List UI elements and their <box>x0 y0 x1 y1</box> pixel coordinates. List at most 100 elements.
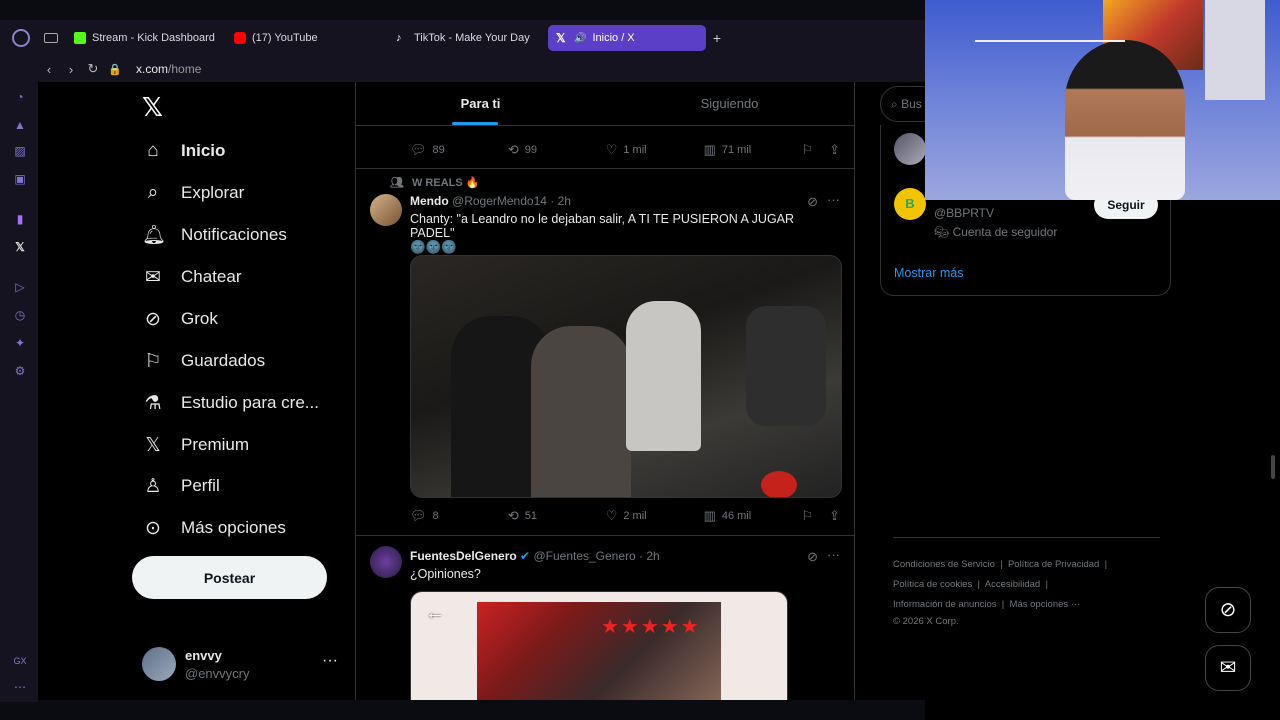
nav-item-perfil[interactable]: ♙ Perfil <box>142 471 219 501</box>
divider <box>893 537 1160 538</box>
tweet-text-body: Chanty: "a Leandro no le dejaban salir, … <box>410 212 795 240</box>
author-handle[interactable]: @Fuentes_Genero <box>533 549 635 563</box>
nav-item-chatear[interactable]: ✉ Chatear <box>142 262 241 292</box>
tab-tiktok[interactable]: ♪ TikTok - Make Your Day <box>388 25 548 51</box>
nav-label: Más opciones <box>181 518 286 537</box>
account-switcher[interactable]: envvy @envvycry ··· <box>142 645 342 685</box>
tweet-time[interactable]: · 2h <box>550 194 571 208</box>
author-name[interactable]: FuentesDelGenero <box>410 549 517 563</box>
footer-link[interactable]: Política de cookies <box>893 579 972 590</box>
url-path: /home <box>168 62 202 76</box>
footer-link[interactable]: Información de anuncios <box>893 599 997 610</box>
avatar[interactable] <box>894 133 926 165</box>
back-arrow-icon[interactable]: ← <box>425 602 445 625</box>
heart-icon: ♡ <box>605 508 618 523</box>
opera-logo-icon[interactable] <box>12 29 30 47</box>
like-button[interactable]: ♡ 2 mil <box>606 508 704 524</box>
back-icon[interactable]: ‹ <box>38 62 60 77</box>
new-tab-button[interactable]: + <box>709 30 725 46</box>
tab-youtube[interactable]: (17) YouTube <box>226 25 386 51</box>
repost-icon: ⟲ <box>507 508 519 523</box>
player-icon[interactable]: ▷ <box>13 280 27 294</box>
pinboard-icon[interactable]: ▨ <box>13 144 27 158</box>
scrollbar[interactable] <box>1271 455 1275 479</box>
like-button[interactable]: ♡ 1 mil <box>606 142 704 158</box>
tab-kick[interactable]: Stream - Kick Dashboard <box>66 25 226 51</box>
tweet-fuentesdelgenero[interactable]: FuentesDelGenero ✔ @Fuentes_Genero · 2h … <box>356 536 854 700</box>
footer-links: Condiciones de Servicio | Política de Pr… <box>893 555 1153 629</box>
bookmark-icon[interactable]: ⚐ <box>801 142 813 158</box>
nav-item-grok[interactable]: ⊘ Grok <box>142 304 218 334</box>
repost-button[interactable]: ⟲ 99 <box>508 142 606 158</box>
author-name[interactable]: Mendo <box>410 194 449 208</box>
sidebar-more-icon[interactable]: ⋯ <box>13 680 27 694</box>
tweet-video[interactable] <box>410 255 842 498</box>
more-dots-icon[interactable]: ··· <box>322 652 338 670</box>
bbprtv-avatar[interactable]: B <box>894 188 926 220</box>
more-dots-icon[interactable]: ··· <box>827 547 840 562</box>
messages-float-button[interactable]: ✉ <box>1205 645 1251 691</box>
aria-icon[interactable]: ▲ <box>13 118 27 132</box>
speaker-icon[interactable]: 🔊 <box>574 33 586 44</box>
footer-link[interactable]: Condiciones de Servicio <box>893 559 995 570</box>
x-sidebar-icon[interactable]: 𝕏 <box>13 240 27 254</box>
author-handle[interactable]: @RogerMendo14 <box>452 194 547 208</box>
post-button[interactable]: Postear <box>132 556 327 599</box>
mask-icon: 🎭︎ <box>934 225 950 239</box>
tweet-time[interactable]: · 2h <box>639 549 660 563</box>
tab-label: Inicio / X <box>592 32 635 44</box>
reload-icon[interactable]: ↻ <box>82 61 104 77</box>
tweet-mendo[interactable]: 👥︎ W REALS 🔥 Mendo @RogerMendo14 · 2h ⊘ ·… <box>356 169 854 539</box>
bookmark-icon[interactable]: ⚐ <box>801 508 813 524</box>
nav-item-mas-opciones[interactable]: ⊙ Más opciones <box>142 513 286 543</box>
show-more-link[interactable]: Mostrar más <box>894 266 963 280</box>
nav-item-inicio[interactable]: ⌂ Inicio <box>142 136 225 166</box>
nav-item-estudio[interactable]: ⚗ Estudio para cre... <box>142 388 319 418</box>
views-button[interactable]: ▥ 46 mil <box>704 508 802 524</box>
tweet-text: Chanty: "a Leandro no le dejaban salir, … <box>410 212 840 255</box>
grok-icon[interactable]: ⊘ <box>807 549 818 565</box>
repost-button[interactable]: ⟲ 51 <box>508 508 606 524</box>
tab-siguiendo[interactable]: Siguiendo <box>605 82 854 125</box>
tab-para-ti[interactable]: Para ti <box>356 82 605 125</box>
nav-item-premium[interactable]: 𝕏 Premium <box>142 430 249 460</box>
avatar[interactable] <box>370 194 402 226</box>
x-logo-icon[interactable]: 𝕏 <box>142 93 163 123</box>
tab-x[interactable]: 𝕏 🔊 Inicio / X <box>548 25 706 51</box>
url-field[interactable]: x.com/home <box>136 62 201 76</box>
nav-item-notificaciones[interactable]: 🔔︎ Notificaciones <box>142 220 287 250</box>
twitch-icon[interactable]: ▮ <box>13 212 27 226</box>
tiktok-icon: ♪ <box>396 32 402 44</box>
settings-icon[interactable]: ⚙ <box>13 364 27 378</box>
reply-button[interactable]: 💬︎ 89 <box>410 142 508 158</box>
nav-label: Premium <box>181 435 250 454</box>
messenger-icon[interactable]: ▣ <box>13 172 27 186</box>
workspace-icon[interactable] <box>44 33 58 43</box>
views-button[interactable]: ▥ 71 mil <box>704 142 802 158</box>
share-icon[interactable]: ⇪ <box>829 508 840 524</box>
gx-icon[interactable]: GX <box>13 654 27 668</box>
nav-item-explorar[interactable]: ⌕ Explorar <box>142 178 245 208</box>
views-count: 71 mil <box>721 144 752 156</box>
grok-float-button[interactable]: ⊘ <box>1205 587 1251 633</box>
tweet-image[interactable]: ← ★★★★★ <box>410 591 788 700</box>
history-icon[interactable]: ◷ <box>13 308 27 322</box>
reply-count: 89 <box>432 144 445 156</box>
share-icon[interactable]: ⇪ <box>829 142 840 158</box>
views-count: 46 mil <box>721 510 752 522</box>
tab-label: Stream - Kick Dashboard <box>92 32 215 44</box>
footer-link[interactable]: Accesibilidad <box>985 579 1040 590</box>
footer-link[interactable]: Política de Privacidad <box>1008 559 1099 570</box>
speed-dial-icon[interactable]: ◔ <box>13 90 27 104</box>
account-handle[interactable]: @BBPRTV <box>934 206 994 220</box>
footer-link[interactable]: Más opciones ··· <box>1010 599 1081 610</box>
reply-button[interactable]: 💬︎ 8 <box>410 508 508 524</box>
grok-icon[interactable]: ⊘ <box>807 194 818 210</box>
forward-icon[interactable]: › <box>60 62 82 77</box>
extensions-icon[interactable]: ✦ <box>13 336 27 350</box>
nav-item-guardados[interactable]: ⚐ Guardados <box>142 346 265 376</box>
search-icon: ⌕ <box>147 182 159 203</box>
avatar[interactable] <box>370 546 402 578</box>
more-dots-icon[interactable]: ··· <box>827 192 840 207</box>
reply-count: 8 <box>432 510 439 522</box>
